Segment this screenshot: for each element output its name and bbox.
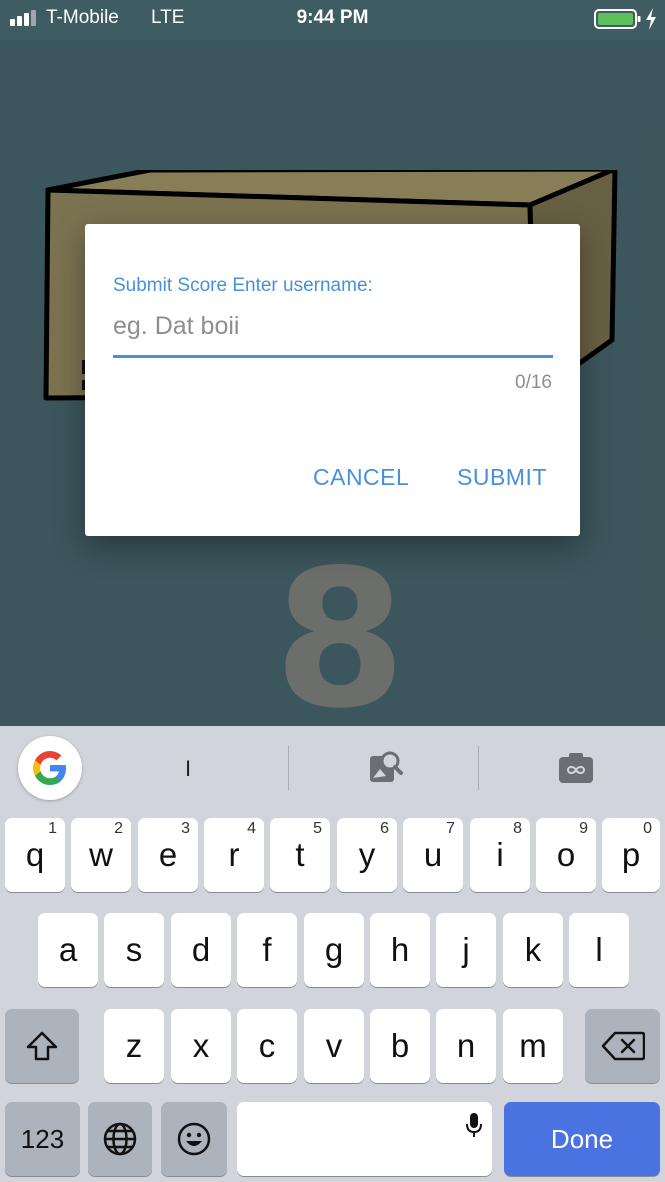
keyboard: I q1 w2 e3 r4 t5 y6 u7 i8 o9 p0 a s d f … (0, 726, 665, 1182)
key-a[interactable]: a (38, 913, 98, 987)
backspace-icon (601, 1031, 645, 1061)
key-u[interactable]: u7 (403, 818, 463, 892)
key-i[interactable]: i8 (470, 818, 530, 892)
key-o[interactable]: o9 (536, 818, 596, 892)
key-h[interactable]: h (370, 913, 430, 987)
key-t[interactable]: t5 (270, 818, 330, 892)
key-p[interactable]: p0 (602, 818, 660, 892)
key-v[interactable]: v (304, 1009, 364, 1083)
image-search-icon[interactable] (368, 750, 404, 786)
status-bar: T-Mobile LTE 9:44 PM (0, 0, 665, 40)
shift-key[interactable] (5, 1009, 79, 1083)
charging-bolt-icon (646, 8, 656, 30)
cancel-button[interactable]: CANCEL (313, 464, 409, 491)
key-d[interactable]: d (171, 913, 231, 987)
suggestion-divider (478, 746, 479, 790)
microphone-icon[interactable] (466, 1112, 482, 1138)
suggestion-divider (288, 746, 289, 790)
done-key[interactable]: Done (504, 1102, 660, 1176)
key-j[interactable]: j (436, 913, 496, 987)
battery-icon (594, 9, 641, 29)
key-y[interactable]: y6 (337, 818, 397, 892)
gif-camera-icon[interactable] (558, 750, 594, 786)
key-f[interactable]: f (237, 913, 297, 987)
key-n[interactable]: n (436, 1009, 496, 1083)
key-l[interactable]: l (569, 913, 629, 987)
shift-arrow-icon (26, 1031, 58, 1061)
key-z[interactable]: z (104, 1009, 164, 1083)
character-counter: 0/16 (515, 372, 552, 393)
submit-score-dialog: Submit Score Enter username: 0/16 CANCEL… (85, 224, 580, 536)
username-field (113, 302, 553, 358)
key-s[interactable]: s (104, 913, 164, 987)
globe-icon (103, 1122, 137, 1156)
username-input[interactable] (113, 302, 553, 350)
key-m[interactable]: m (503, 1009, 563, 1083)
numbers-key[interactable]: 123 (5, 1102, 80, 1176)
google-logo-icon[interactable] (18, 736, 82, 800)
emoji-icon (177, 1122, 211, 1156)
emoji-key[interactable] (161, 1102, 227, 1176)
key-w[interactable]: w2 (71, 818, 131, 892)
key-r[interactable]: r4 (204, 818, 264, 892)
key-b[interactable]: b (370, 1009, 430, 1083)
key-k[interactable]: k (503, 913, 563, 987)
globe-key[interactable] (88, 1102, 152, 1176)
space-bar[interactable] (237, 1102, 492, 1176)
key-q[interactable]: q1 (5, 818, 65, 892)
submit-button[interactable]: SUBMIT (457, 464, 547, 491)
key-c[interactable]: c (237, 1009, 297, 1083)
key-x[interactable]: x (171, 1009, 231, 1083)
key-e[interactable]: e3 (138, 818, 198, 892)
backspace-key[interactable] (585, 1009, 660, 1083)
username-field-label: Submit Score Enter username: (113, 275, 373, 296)
clock: 9:44 PM (296, 7, 369, 28)
suggestion-bar: I (0, 726, 665, 812)
suggestion-word[interactable]: I (185, 756, 191, 782)
key-g[interactable]: g (304, 913, 364, 987)
